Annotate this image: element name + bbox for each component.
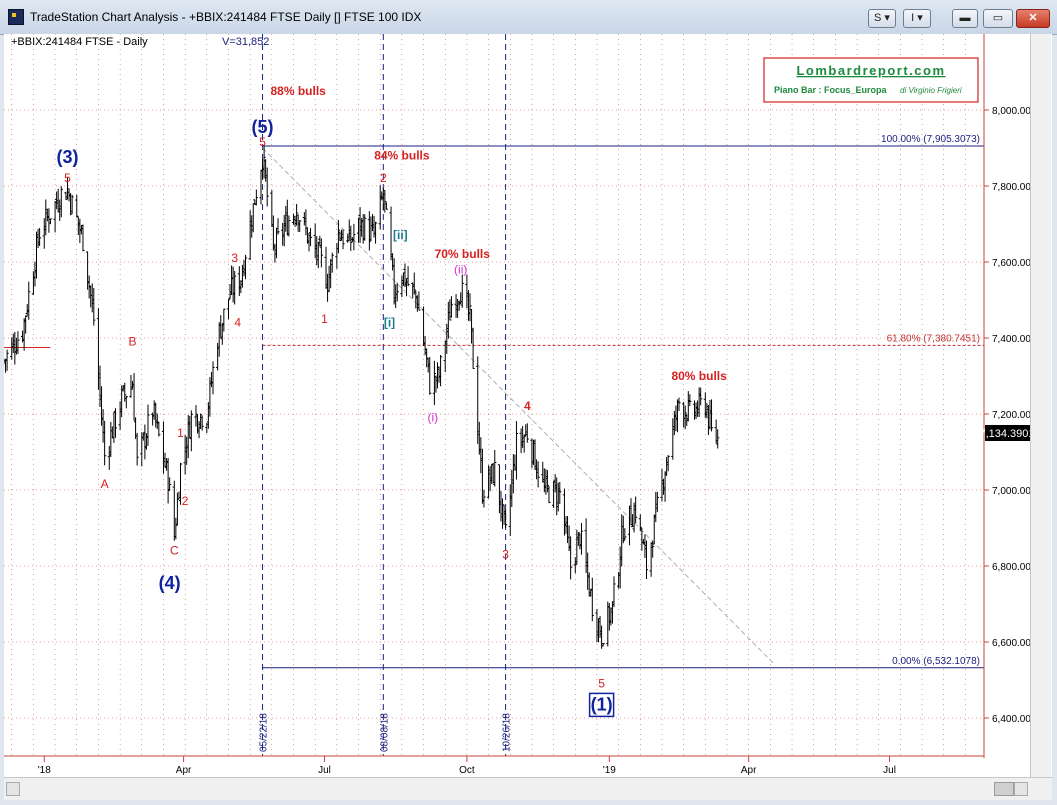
wave-label: 4 [234, 316, 241, 330]
grid [4, 34, 984, 756]
wave-label: 84% bulls [374, 148, 430, 162]
window-title: TradeStation Chart Analysis - +BBIX:2414… [30, 10, 422, 24]
wave-label: (4) [159, 573, 181, 593]
scroll-thumb[interactable] [994, 782, 1014, 796]
title-bar[interactable]: TradeStation Chart Analysis - +BBIX:2414… [0, 0, 1057, 35]
price-bar [590, 577, 594, 622]
minimize-button[interactable]: ▬ [952, 9, 978, 28]
price-bar [132, 373, 136, 421]
volume-label: V=31,852 [222, 36, 269, 48]
fibonacci-lines: 100.00% (7,905.3073) 61.80% (7,380.7451) 0… [4, 134, 984, 669]
wave-annotations: (3)5BA12C(4)4388% bulls(5)5184% bulls2[i… [56, 84, 727, 718]
wave-label: 3 [231, 251, 238, 265]
wave-label: 1 [177, 426, 184, 440]
y-tick-label: 7,000.0000 [992, 486, 1030, 497]
wave-label: [i] [384, 316, 395, 330]
horizontal-scrollbar[interactable] [4, 777, 1052, 800]
y-tick-label: 6,600.0000 [992, 638, 1030, 649]
x-tick-label: Oct [459, 765, 475, 776]
x-tick-label: Jul [883, 765, 896, 776]
date-marker-label: 05/22/18 [259, 713, 270, 752]
date-marker-label: 08/08/18 [379, 713, 390, 752]
wave-label: 2 [380, 171, 387, 185]
scroll-right-arrow[interactable] [1014, 782, 1028, 796]
chart-svg[interactable]: 05/22/18 08/08/18 10/26/18 100.00% (7,905.… [2, 34, 1042, 777]
wave-label: A [101, 477, 109, 491]
x-tick-label: Apr [176, 765, 192, 776]
wave-label: C [170, 544, 179, 558]
y-tick-label: 8,000.0000 [992, 106, 1030, 117]
trendline-line [262, 147, 776, 666]
scroll-left-arrow[interactable] [6, 782, 20, 796]
wave-label: 3 [502, 547, 509, 561]
wave-label: 5 [598, 677, 605, 691]
y-tick-label: 7,800.0000 [992, 182, 1030, 193]
logo-tagline: Piano Bar : Focus_Europa [774, 85, 888, 95]
logo-byline: di Virginio Frigieri [900, 86, 962, 95]
wave-label: 5 [259, 135, 266, 149]
price-bar [226, 299, 231, 320]
wave-label: [ii] [393, 228, 408, 242]
symbol-label: +BBIX:241484 FTSE - Daily [11, 36, 148, 48]
y-tick-label: 6,400.0000 [992, 714, 1030, 725]
date-marker-label: 10/26/18 [502, 713, 513, 752]
logo-name: Lombardreport.com [796, 63, 945, 78]
y-tick-label: 6,800.0000 [992, 562, 1030, 573]
maximize-button[interactable]: ▭ [983, 9, 1013, 28]
price-bar [514, 421, 519, 480]
wave-label: (i) [428, 411, 439, 425]
price-bars [2, 145, 720, 649]
last-price-badge: 7,134.3901 [979, 425, 1035, 441]
tradestation-window: TradeStation Chart Analysis - +BBIX:2414… [0, 0, 1057, 805]
style-menu-button[interactable]: S ▾ [868, 9, 896, 28]
fib-label: 61.80% (7,380.7451) [887, 333, 980, 344]
date-markers: 05/22/18 08/08/18 10/26/18 [259, 34, 513, 756]
wave-label: (3) [56, 147, 78, 167]
last-price-text: 7,134.3901 [979, 428, 1030, 440]
wave-label: 80% bulls [671, 369, 727, 383]
y-tick-label: 7,600.0000 [992, 258, 1030, 269]
x-tick-label: Apr [741, 765, 757, 776]
price-bar [75, 194, 79, 218]
insert-menu-button[interactable]: I ▾ [903, 9, 931, 28]
wave-label: (ii) [454, 262, 467, 276]
y-tick-label: 7,400.0000 [992, 334, 1030, 345]
wave-label: 70% bulls [435, 247, 491, 261]
fib-label: 100.00% (7,905.3073) [881, 134, 980, 145]
y-tick-label: 7,200.0000 [992, 410, 1030, 421]
close-button[interactable]: ✕ [1016, 9, 1050, 28]
wave-label: 1 [321, 312, 328, 326]
x-tick-label: '19 [603, 765, 616, 776]
price-bar [547, 485, 551, 504]
vertical-scrollbar[interactable] [1030, 34, 1051, 777]
wave-label: (5) [252, 117, 274, 137]
x-tick-label: '18 [38, 765, 51, 776]
wave-label: 2 [182, 494, 189, 508]
lombard-logo: Lombardreport.com Piano Bar : Focus_Euro… [763, 57, 979, 103]
wave-label: 5 [64, 171, 71, 185]
chart-area[interactable]: 05/22/18 08/08/18 10/26/18 100.00% (7,905.… [2, 34, 1052, 777]
wave-label: B [128, 335, 136, 349]
x-tick-label: Jul [318, 765, 331, 776]
fib-label: 0.00% (6,532.1078) [892, 656, 980, 667]
wave-label: 88% bulls [270, 84, 326, 98]
trendline [262, 147, 776, 666]
wave-label: 4 [524, 399, 531, 413]
app-icon [8, 9, 24, 25]
wave-label: (1) [591, 694, 613, 714]
